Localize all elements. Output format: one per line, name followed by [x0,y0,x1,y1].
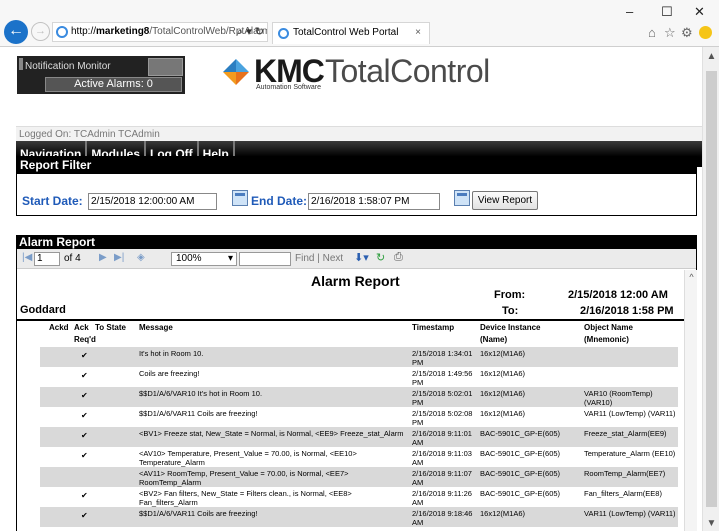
report-body: Alarm Report From: 2/15/2018 12:00 AM Go… [17,270,684,531]
start-date-label: Start Date: [22,194,83,208]
page-number-input[interactable]: 1 [34,252,60,266]
next-page-icon[interactable]: ▶ [99,252,107,263]
col-ack-reqd: Ack Req'd [74,323,96,344]
from-value: 2/15/2018 12:00 AM [568,289,668,301]
to-value: 2/16/2018 1:58 PM [580,305,674,317]
logged-on-status: Logged On: TCAdmin TCAdmin [16,126,702,141]
col-object: Object Name (Mnemonic) [584,323,633,344]
end-calendar-icon[interactable] [454,190,470,206]
first-page-icon[interactable]: |◀ [22,252,32,263]
start-calendar-icon[interactable] [232,190,248,206]
notification-title: Notification Monitor [25,61,111,72]
end-date-label: End Date: [251,194,308,208]
settings-gear-icon[interactable]: ⚙ [681,25,693,41]
col-message: Message [139,323,173,332]
table-row: <AV11> RoomTemp, Present_Value = 70.00, … [40,467,678,487]
print-icon[interactable]: ⎙ [394,251,403,264]
site-name: Goddard [20,304,66,316]
next-link[interactable]: Next [323,253,344,264]
to-label: To: [502,305,519,317]
ie-logo-icon [56,26,68,38]
from-label: From: [494,289,526,301]
report-scroll-up-icon[interactable]: ^ [685,272,698,282]
logo-subtitle: Automation Software [256,84,321,91]
search-refresh-icons[interactable]: ⌕ ▾ ↻ [237,23,264,41]
report-scrollbar[interactable]: ^ [684,270,697,531]
scroll-up-icon[interactable]: ▲ [703,51,719,62]
address-bar[interactable]: http://marketing8/TotalControlWeb/RptAla… [52,22,268,42]
chevron-down-icon: ▾ [227,253,233,264]
refresh-icon[interactable]: ↻ [376,251,385,264]
favorites-star-icon[interactable]: ☆ [664,25,676,41]
report-viewer-toolbar: |◀ 1 of 4 ▶ ▶| ◈ 100% ▾ Find | Next ⬇▾ ↻… [17,249,696,269]
zoom-select[interactable]: 100% ▾ [171,252,237,266]
tab-title: TotalControl Web Portal [293,27,399,38]
forward-arrow-icon[interactable]: → [31,22,50,41]
find-link[interactable]: Find [295,253,314,264]
table-row: ✔ It's hot in Room 10. 2/15/2018 1:34:01… [40,347,678,367]
alarm-report-section-title: Alarm Report [16,235,697,249]
scroll-down-icon[interactable]: ▼ [703,518,719,529]
find-input[interactable] [239,252,291,266]
col-device: Device Instance (Name) [480,323,541,344]
last-page-icon[interactable]: ▶| [114,252,124,263]
report-viewer: |◀ 1 of 4 ▶ ▶| ◈ 100% ▾ Find | Next ⬇▾ ↻… [16,249,697,531]
tab-ie-icon [278,28,289,39]
back-icon[interactable]: ◈ [137,252,145,263]
home-icon[interactable]: ⌂ [648,25,656,40]
end-date-input[interactable]: 2/16/2018 1:58:07 PM [308,193,440,210]
page-count: of 4 [64,253,81,264]
report-filter-title: Report Filter [17,157,696,174]
table-row: ✔ $$D1/A/6/VAR10 It's hot in Room 10. 2/… [40,387,678,407]
logo-totalcontrol-text: TotalControl [325,53,490,89]
table-row: ✔ <AV10> Temperature, Present_Value = 70… [81,449,676,467]
active-alarms-count[interactable]: Active Alarms: 0 [45,77,182,92]
start-date-input[interactable]: 2/15/2018 12:00:00 AM [88,193,217,210]
col-timestamp: Timestamp [412,323,455,332]
minimize-icon[interactable]: – [626,4,633,19]
table-row: ✔ <BV2> Fan filters, New_State = Filters… [81,489,662,507]
browser-tab[interactable]: TotalControl Web Portal × [272,22,430,44]
back-arrow-icon[interactable]: ← [4,20,28,44]
maximize-icon[interactable]: ☐ [661,4,673,20]
scrollbar-thumb[interactable] [706,71,717,507]
tab-close-icon[interactable]: × [415,23,421,43]
table-row: ✔ $$D1/A/6/VAR11 Coils are freezing! 2/1… [81,409,676,427]
report-title: Alarm Report [311,273,400,289]
kmc-diamond-icon [223,59,249,85]
export-icon[interactable]: ⬇▾ [354,251,369,264]
table-row: ✔ <BV1> Freeze stat, New_State = Normal,… [40,427,678,447]
browser-chrome: ← → http://marketing8/TotalControlWeb/Rp… [0,0,719,47]
table-row: ✔ $$D1/A/6/VAR11 Coils are freezing! 2/1… [40,507,678,527]
notification-monitor[interactable]: Notification Monitor Active Alarms: 0 [17,56,185,94]
feedback-smiley-icon[interactable] [699,26,712,39]
report-filter-panel: Report Filter Start Date: 2/15/2018 12:0… [16,156,697,216]
url-host: marketing8 [96,26,150,37]
close-window-icon[interactable]: ✕ [694,4,705,20]
col-to-state: To State [95,323,126,332]
view-report-button[interactable]: View Report [472,191,538,210]
page-scrollbar[interactable]: ▲ ▼ [702,47,719,531]
col-ackd: Ackd [49,323,69,332]
report-divider [17,319,684,321]
table-row: ✔ Coils are freezing! 2/15/2018 1:49:56 … [81,369,526,387]
